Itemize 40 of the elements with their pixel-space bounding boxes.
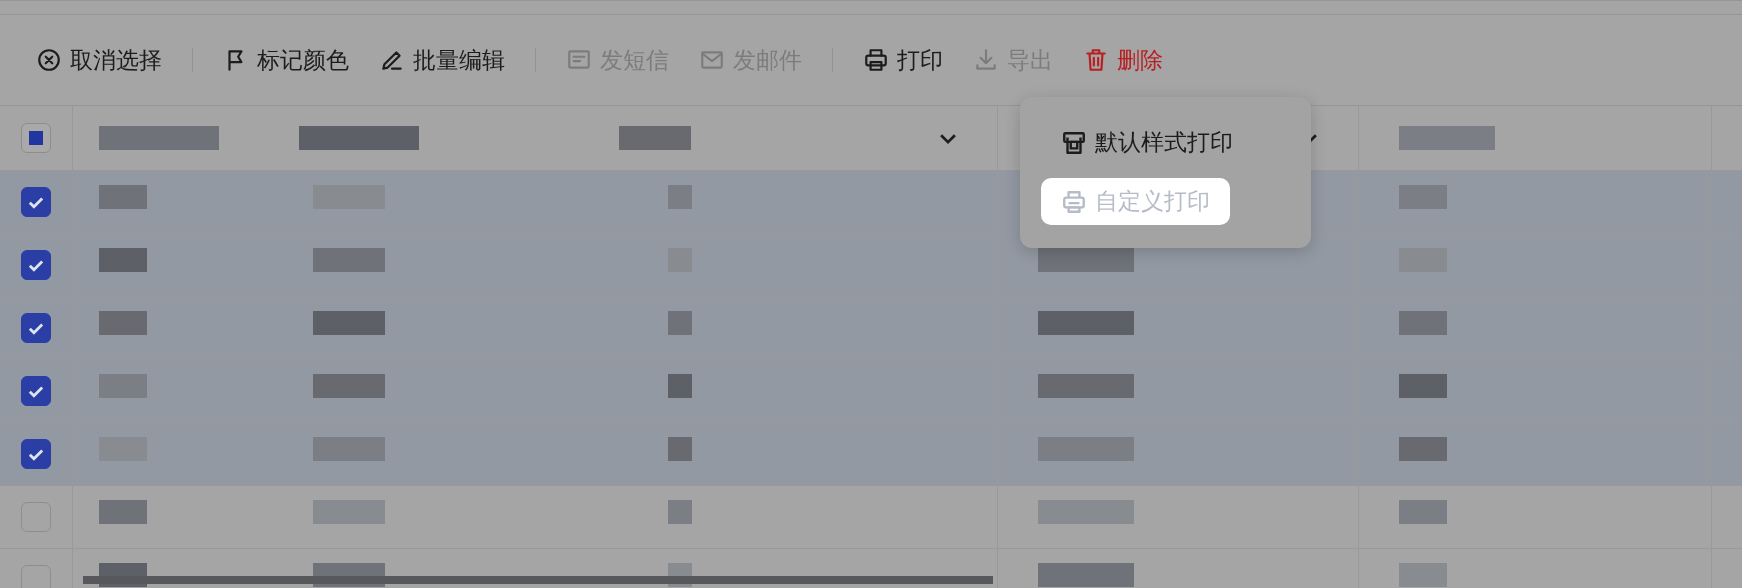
blurred-text [99, 500, 147, 524]
blurred-text [1399, 311, 1447, 335]
blurred-text [668, 185, 692, 209]
blurred-text [313, 311, 385, 335]
blurred-text [668, 311, 692, 335]
printer-icon [1061, 188, 1087, 215]
blurred-text [313, 500, 385, 524]
blurred-text [313, 437, 385, 461]
blurred-text [313, 248, 385, 272]
row-checkbox[interactable] [21, 187, 51, 217]
blurred-text [1399, 500, 1447, 524]
blurred-text [1399, 437, 1447, 461]
close-circle-icon [36, 47, 62, 73]
printer-icon [1061, 129, 1087, 156]
printer-icon [863, 47, 889, 73]
toolbar-button[interactable]: 批量编辑 [379, 44, 505, 76]
download-icon [973, 47, 999, 73]
toolbar-button[interactable]: 取消选择 [36, 44, 162, 76]
blurred-text [313, 374, 385, 398]
select-all-checkbox[interactable] [21, 123, 51, 153]
row-checkbox[interactable] [21, 313, 51, 343]
blurred-text [1399, 563, 1447, 587]
blurred-text [668, 374, 692, 398]
blurred-text [99, 311, 147, 335]
blurred-text [668, 500, 692, 524]
row-checkbox[interactable] [21, 250, 51, 280]
blurred-text [99, 185, 147, 209]
blurred-text [1399, 185, 1447, 209]
row-checkbox[interactable] [21, 439, 51, 469]
menu-item[interactable]: 默认样式打印 [1041, 119, 1253, 166]
row-checkbox[interactable] [21, 376, 51, 406]
toolbar-button[interactable]: 打印 [863, 44, 943, 76]
toolbar-button[interactable]: 标记颜色 [223, 44, 349, 76]
horizontal-scrollbar[interactable] [83, 576, 993, 584]
blurred-text [99, 374, 147, 398]
blurred-text [668, 437, 692, 461]
blurred-text [99, 248, 147, 272]
blurred-text [1399, 374, 1447, 398]
trash-icon [1083, 47, 1109, 73]
blurred-text [619, 126, 691, 150]
